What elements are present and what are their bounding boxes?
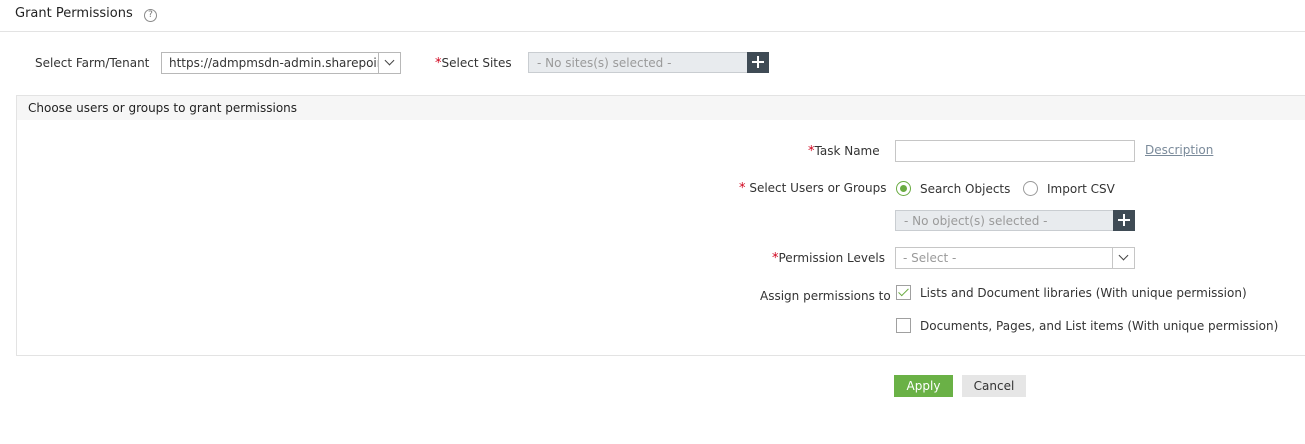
objects-picker[interactable]: - No object(s) selected - <box>895 210 1115 231</box>
permission-levels-select[interactable]: - Select - <box>895 247 1135 269</box>
assign-permissions-label: Assign permissions to <box>760 289 891 303</box>
documents-pages-checkbox[interactable] <box>896 318 911 333</box>
import-csv-label[interactable]: Import CSV <box>1047 182 1115 196</box>
plus-icon-vertical <box>1123 214 1125 226</box>
import-csv-radio[interactable] <box>1023 181 1038 196</box>
select-users-label-text: Select Users or Groups <box>749 181 887 195</box>
permission-levels-label-text: Permission Levels <box>778 251 885 265</box>
add-sites-button[interactable] <box>747 52 769 73</box>
chevron-down-icon <box>1118 250 1129 261</box>
select-sites-label: *Select Sites <box>435 56 512 71</box>
farm-tenant-value: https://admpmsdn-admin.sharepoint.com <box>169 56 379 70</box>
search-objects-radio[interactable] <box>896 181 911 196</box>
sites-placeholder: - No sites(s) selected - <box>537 56 672 70</box>
chevron-down-icon <box>384 55 395 66</box>
farm-tenant-select[interactable]: https://admpmsdn-admin.sharepoint.com <box>161 52 401 74</box>
panel-header: Choose users or groups to grant permissi… <box>17 96 1305 120</box>
required-marker: * <box>739 181 746 196</box>
task-name-label-text: Task Name <box>814 144 880 158</box>
page-header: Grant Permissions ? <box>0 0 1305 32</box>
plus-icon-vertical <box>757 56 759 68</box>
documents-pages-label[interactable]: Documents, Pages, and List items (With u… <box>920 319 1278 333</box>
search-objects-label[interactable]: Search Objects <box>920 182 1010 196</box>
cancel-button[interactable]: Cancel <box>962 375 1026 397</box>
panel-title: Choose users or groups to grant permissi… <box>28 101 298 115</box>
task-name-input[interactable] <box>895 140 1135 162</box>
help-icon[interactable]: ? <box>144 9 157 22</box>
add-objects-button[interactable] <box>1113 210 1135 231</box>
page-title: Grant Permissions <box>15 6 133 21</box>
lists-libraries-checkbox[interactable] <box>896 285 911 300</box>
farm-tenant-label: Select Farm/Tenant <box>35 56 150 70</box>
objects-placeholder: - No object(s) selected - <box>904 214 1048 228</box>
task-name-label: *Task Name <box>808 144 880 159</box>
description-link[interactable]: Description <box>1145 143 1213 157</box>
apply-button[interactable]: Apply <box>894 375 953 397</box>
sites-picker[interactable]: - No sites(s) selected - <box>528 52 748 73</box>
permission-levels-label: *Permission Levels <box>772 251 885 266</box>
lists-libraries-label[interactable]: Lists and Document libraries (With uniqu… <box>920 286 1247 300</box>
select-users-label: * Select Users or Groups <box>739 181 886 196</box>
permission-dropdown-toggle[interactable] <box>1112 248 1134 268</box>
select-sites-label-text: Select Sites <box>441 56 512 70</box>
farm-dropdown-toggle[interactable] <box>378 53 400 73</box>
permission-levels-value: - Select - <box>903 251 957 265</box>
